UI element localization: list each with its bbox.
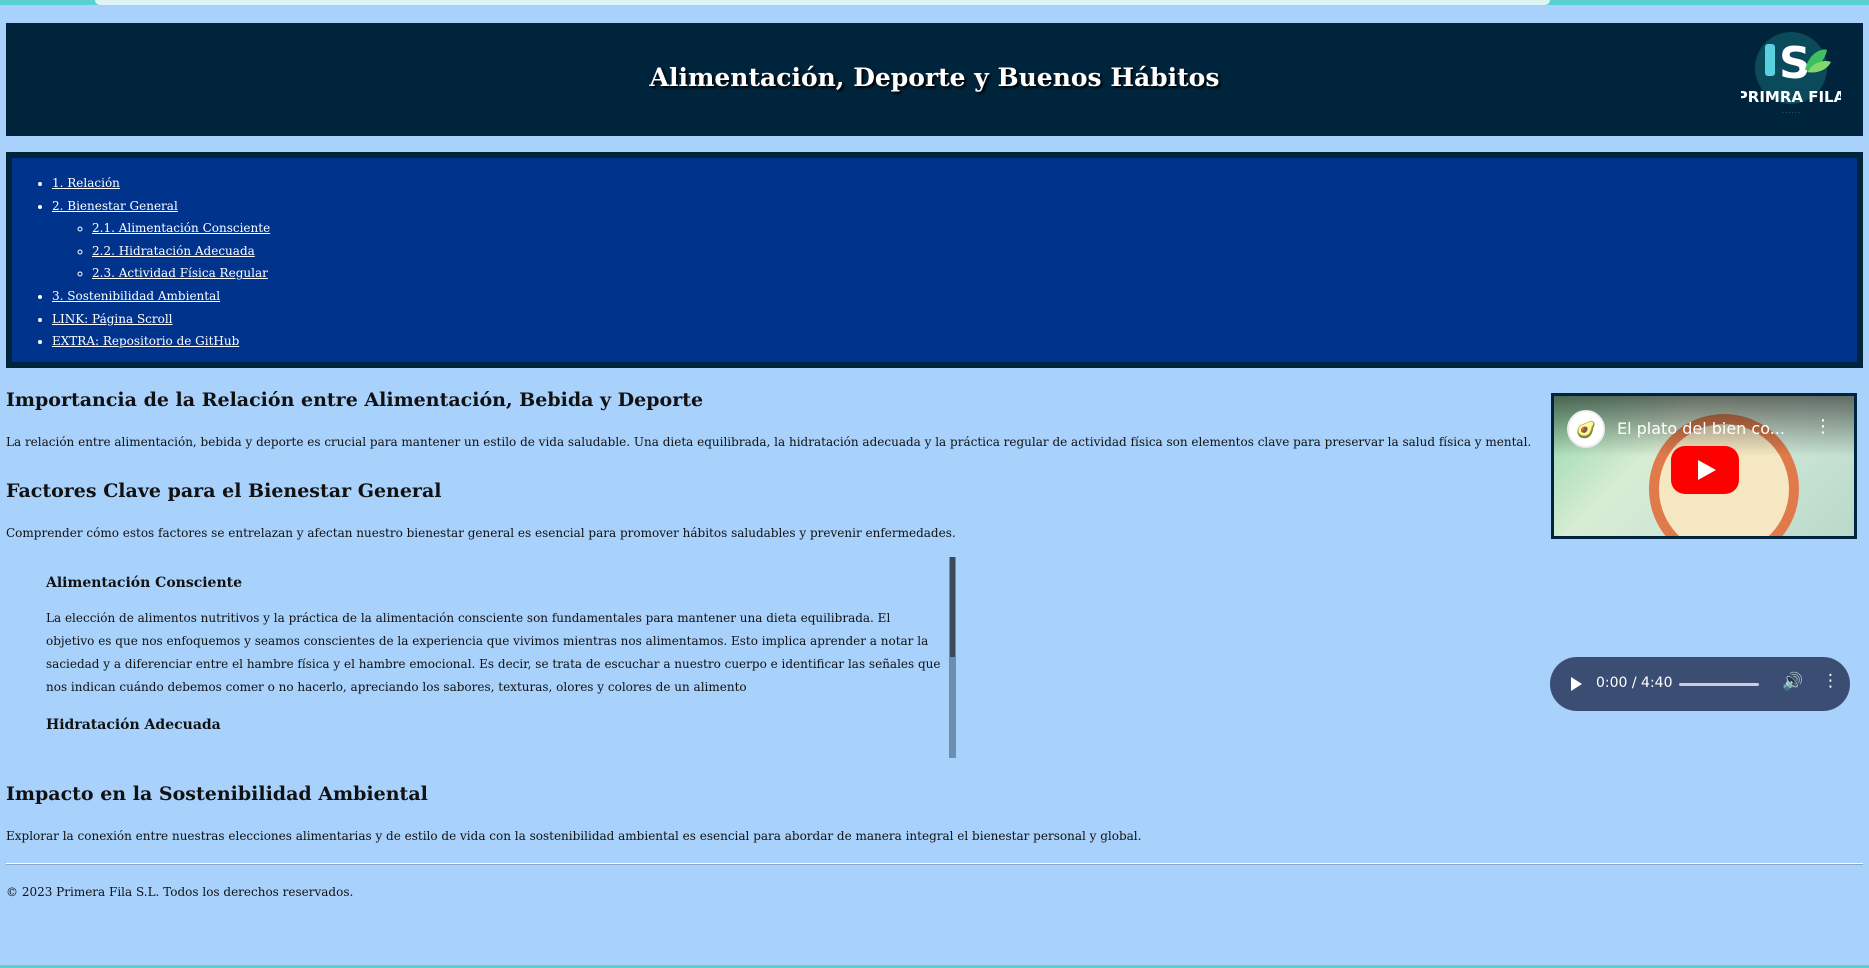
toc-link-relacion[interactable]: 1. Relación <box>52 176 120 190</box>
browser-tab-edge <box>95 0 1550 5</box>
audio-time: 0:00 / 4:40 <box>1596 675 1673 691</box>
footer-divider <box>6 863 1863 865</box>
toc-link-alimentacion[interactable]: 2.1. Alimentación Consciente <box>92 221 270 235</box>
toc-link-scroll-page[interactable]: LINK: Página Scroll <box>52 312 173 326</box>
toc-list: 1. Relación 2. Bienestar General 2.1. Al… <box>12 158 1857 353</box>
footer-copyright: © 2023 Primera Fila S.L. Todos los derec… <box>6 885 354 899</box>
section-heading-relation: Importancia de la Relación entre Aliment… <box>6 389 704 411</box>
section-heading-sustainability: Impacto en la Sostenibilidad Ambiental <box>6 783 428 805</box>
toc-link-hidratacion[interactable]: 2.2. Hidratación Adecuada <box>92 244 255 258</box>
toc-link-github[interactable]: EXTRA: Repositorio de GitHub <box>52 334 239 348</box>
audio-seek-slider[interactable] <box>1679 683 1759 686</box>
toc-item-scroll: LINK: Página Scroll <box>52 308 1857 331</box>
scrollbar[interactable] <box>949 557 956 758</box>
more-options-icon[interactable]: ⋮ <box>1814 416 1832 437</box>
page-title: Alimentación, Deporte y Buenos Hábitos <box>649 63 1220 92</box>
svg-text:· · · · · ·: · · · · · · <box>1782 110 1800 116</box>
toc-item-sostenibilidad: 3. Sostenibilidad Ambiental <box>52 285 1857 308</box>
toc-item-hidratacion: 2.2. Hidratación Adecuada <box>92 240 1857 263</box>
page-header: Alimentación, Deporte y Buenos Hábitos S… <box>6 23 1863 136</box>
play-button[interactable] <box>1671 446 1739 494</box>
svg-text:PRIMRA FILA: PRIMRA FILA <box>1741 88 1841 106</box>
toc-link-actividad[interactable]: 2.3. Actividad Física Regular <box>92 266 268 280</box>
audio-more-icon[interactable]: ⋮ <box>1822 671 1839 691</box>
subsection-heading-alimentacion: Alimentación Consciente <box>46 575 243 591</box>
audio-player: 0:00 / 4:40 🔊 ⋮ <box>1550 657 1850 711</box>
toc-sublist: 2.1. Alimentación Consciente 2.2. Hidrat… <box>52 217 1857 285</box>
toc-link-sostenibilidad[interactable]: 3. Sostenibilidad Ambiental <box>52 289 220 303</box>
company-logo: S PRIMRA FILA · · · · · · <box>1737 30 1846 120</box>
audio-play-icon[interactable] <box>1571 677 1582 691</box>
toc-item-github: EXTRA: Repositorio de GitHub <box>52 330 1857 353</box>
toc-item-actividad: 2.3. Actividad Física Regular <box>92 262 1857 285</box>
section-text-sustainability: Explorar la conexión entre nuestras elec… <box>6 829 1142 843</box>
svg-text:S: S <box>1779 38 1811 89</box>
youtube-video-embed[interactable]: 🥑 El plato del bien co... ⋮ <box>1551 393 1857 539</box>
video-title[interactable]: El plato del bien co... <box>1617 419 1785 438</box>
toc-item-relacion: 1. Relación <box>52 172 1857 195</box>
section-text-relation: La relación entre alimentación, bebida y… <box>6 435 1532 449</box>
wellbeing-scroll-area[interactable]: Alimentación Consciente La elección de a… <box>6 557 956 758</box>
toc-item-alimentacion: 2.1. Alimentación Consciente <box>92 217 1857 240</box>
toc-item-bienestar: 2. Bienestar General 2.1. Alimentación C… <box>52 195 1857 285</box>
subsection-heading-hidratacion: Hidratación Adecuada <box>46 717 221 733</box>
volume-icon[interactable]: 🔊 <box>1782 672 1803 692</box>
subsection-text-alimentacion: La elección de alimentos nutritivos y la… <box>46 611 941 694</box>
section-text-wellbeing: Comprender cómo estos factores se entrel… <box>6 526 956 540</box>
channel-avatar-icon[interactable]: 🥑 <box>1567 410 1605 448</box>
table-of-contents: 1. Relación 2. Bienestar General 2.1. Al… <box>6 152 1863 368</box>
section-heading-wellbeing: Factores Clave para el Bienestar General <box>6 480 442 502</box>
scrollbar-thumb[interactable] <box>950 557 955 657</box>
toc-link-bienestar[interactable]: 2. Bienestar General <box>52 199 178 213</box>
browser-top-strip <box>0 0 1869 5</box>
